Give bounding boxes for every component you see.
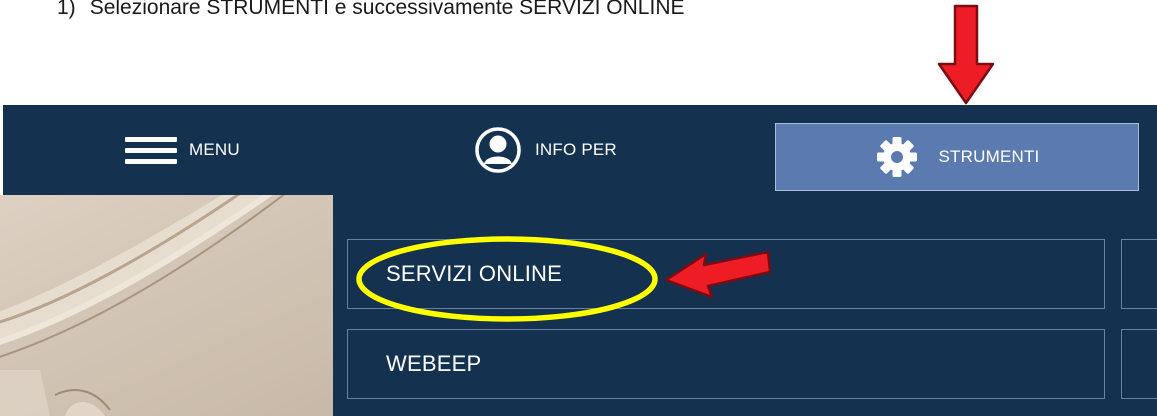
menu-button[interactable]: MENU (125, 105, 240, 195)
menu-label: MENU (189, 140, 240, 159)
dropdown-item-partial[interactable] (1121, 329, 1157, 399)
webeep-label: WEBEEP (386, 351, 482, 376)
webeep-item[interactable]: WEBEEP (347, 329, 1105, 399)
strumenti-button[interactable]: STRUMENTI (775, 123, 1139, 191)
down-arrow-annotation (937, 4, 995, 105)
step-text: Selezionare STRUMENTI e successivamente … (89, 0, 685, 19)
strumenti-label: STRUMENTI (938, 147, 1040, 166)
instruction-text: 1) Selezionare STRUMENTI e successivament… (57, 0, 685, 20)
hamburger-icon (125, 133, 177, 167)
step-number: 1) (57, 0, 76, 19)
dropdown-item-partial[interactable] (1121, 239, 1157, 309)
top-navbar: MENU INFO PER STRUMENTI (3, 105, 1157, 195)
left-arrow-annotation (664, 250, 772, 299)
gear-icon (876, 137, 917, 177)
info-per-button[interactable]: INFO PER (475, 105, 617, 195)
user-circle-icon (475, 127, 521, 173)
ornate-ceiling-image (0, 195, 286, 416)
highlight-ellipse-annotation (356, 236, 658, 322)
background-photo (0, 195, 333, 416)
info-per-label: INFO PER (535, 140, 617, 159)
